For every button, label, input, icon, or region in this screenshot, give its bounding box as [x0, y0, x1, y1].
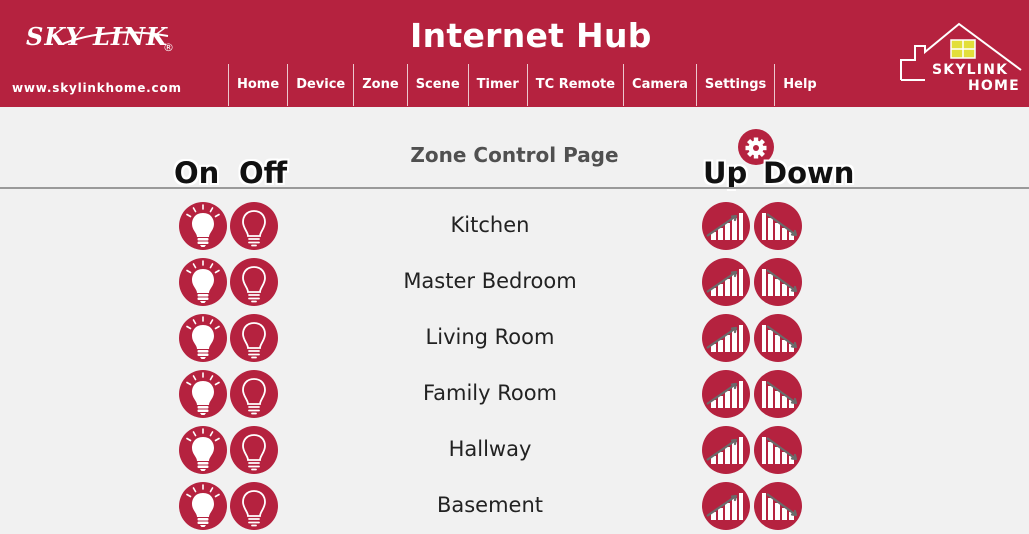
brand-home-text: HOME — [968, 78, 1020, 94]
dim-down-icon — [762, 493, 798, 520]
zone-on-button[interactable] — [179, 202, 227, 250]
zone-on-button[interactable] — [179, 314, 227, 362]
zone-dim-up-button[interactable] — [702, 370, 750, 418]
dim-up-icon — [706, 325, 743, 352]
header-divider — [0, 187, 1029, 189]
page-title: Zone Control Page — [410, 143, 619, 167]
zone-off-button[interactable] — [230, 258, 278, 306]
zone-dim-up-button[interactable] — [702, 426, 750, 474]
off-column-label: Off — [239, 156, 288, 190]
zone-dim-down-button[interactable] — [754, 202, 802, 250]
nav-device[interactable]: Device — [287, 64, 353, 106]
dim-down-icon — [762, 381, 798, 408]
nav-timer[interactable]: Timer — [467, 64, 527, 106]
zone-row: Hallway — [0, 422, 1029, 478]
dim-down-icon — [762, 269, 798, 296]
main-nav: Home Device Zone Scene Timer TC Remote C… — [228, 64, 825, 106]
zone-row: Basement — [0, 478, 1029, 534]
brand-skylink-text: SKYLINK — [932, 62, 1009, 78]
zone-row: Family Room — [0, 366, 1029, 422]
zone-dim-up-button[interactable] — [702, 202, 750, 250]
zone-name: Family Room — [422, 381, 558, 405]
zone-off-button[interactable] — [230, 314, 278, 362]
website-url: www.skylinkhome.com — [12, 81, 182, 95]
zone-name: Living Room — [425, 325, 555, 349]
zone-off-button[interactable] — [230, 202, 278, 250]
zone-dim-down-button[interactable] — [754, 426, 802, 474]
dim-up-icon — [706, 269, 743, 296]
zone-dim-up-button[interactable] — [702, 258, 750, 306]
on-column-label: On — [174, 156, 220, 190]
light-bulb-off-icon — [242, 322, 266, 359]
down-column-label: Down — [763, 156, 855, 190]
dim-down-icon — [762, 437, 798, 464]
zone-on-button[interactable] — [179, 258, 227, 306]
nav-zone[interactable]: Zone — [353, 64, 406, 106]
light-bulb-on-icon — [186, 204, 220, 247]
light-bulb-on-icon — [186, 316, 220, 359]
zone-dim-down-button[interactable] — [754, 314, 802, 362]
app-title: Internet Hub — [410, 16, 652, 55]
nav-help[interactable]: Help — [774, 64, 824, 106]
zone-off-button[interactable] — [230, 426, 278, 474]
light-bulb-off-icon — [242, 266, 266, 303]
nav-home[interactable]: Home — [228, 64, 287, 106]
zone-dim-up-button[interactable] — [702, 482, 750, 530]
up-column-label: Up — [703, 156, 748, 190]
dim-up-icon — [706, 213, 743, 240]
nav-camera[interactable]: Camera — [623, 64, 696, 106]
zone-on-button[interactable] — [179, 370, 227, 418]
light-bulb-off-icon — [242, 434, 266, 471]
header-bar: SKY LINK ® www.skylinkhome.com Internet … — [0, 0, 1029, 107]
light-bulb-off-icon — [242, 490, 266, 527]
light-bulb-off-icon — [242, 378, 266, 415]
zone-row: Kitchen — [0, 198, 1029, 254]
light-bulb-on-icon — [186, 428, 220, 471]
zone-dim-up-button[interactable] — [702, 314, 750, 362]
logo-swoosh-icon — [61, 31, 169, 45]
zone-list: Kitchen Master Bedroom Living Room Famil… — [0, 198, 1029, 534]
dim-up-icon — [706, 437, 743, 464]
zone-dim-down-button[interactable] — [754, 370, 802, 418]
light-bulb-on-icon — [186, 484, 220, 527]
nav-tc-remote[interactable]: TC Remote — [526, 64, 623, 106]
zone-off-button[interactable] — [230, 482, 278, 530]
light-bulb-on-icon — [186, 260, 220, 303]
nav-scene[interactable]: Scene — [406, 64, 468, 106]
dim-down-icon — [762, 213, 798, 240]
zone-row: Living Room — [0, 310, 1029, 366]
zone-name: Kitchen — [450, 213, 530, 237]
zone-name: Hallway — [448, 437, 532, 461]
zone-dim-down-button[interactable] — [754, 482, 802, 530]
light-bulb-off-icon — [242, 210, 266, 247]
zone-row: Master Bedroom — [0, 254, 1029, 310]
zone-on-button[interactable] — [179, 426, 227, 474]
zone-on-button[interactable] — [179, 482, 227, 530]
dim-down-icon — [762, 325, 798, 352]
dim-up-icon — [706, 493, 743, 520]
dim-up-icon — [706, 381, 743, 408]
light-bulb-on-icon — [186, 372, 220, 415]
zone-dim-down-button[interactable] — [754, 258, 802, 306]
nav-settings[interactable]: Settings — [695, 64, 774, 106]
zone-name: Basement — [436, 493, 544, 517]
zone-name: Master Bedroom — [403, 269, 577, 293]
zone-off-button[interactable] — [230, 370, 278, 418]
